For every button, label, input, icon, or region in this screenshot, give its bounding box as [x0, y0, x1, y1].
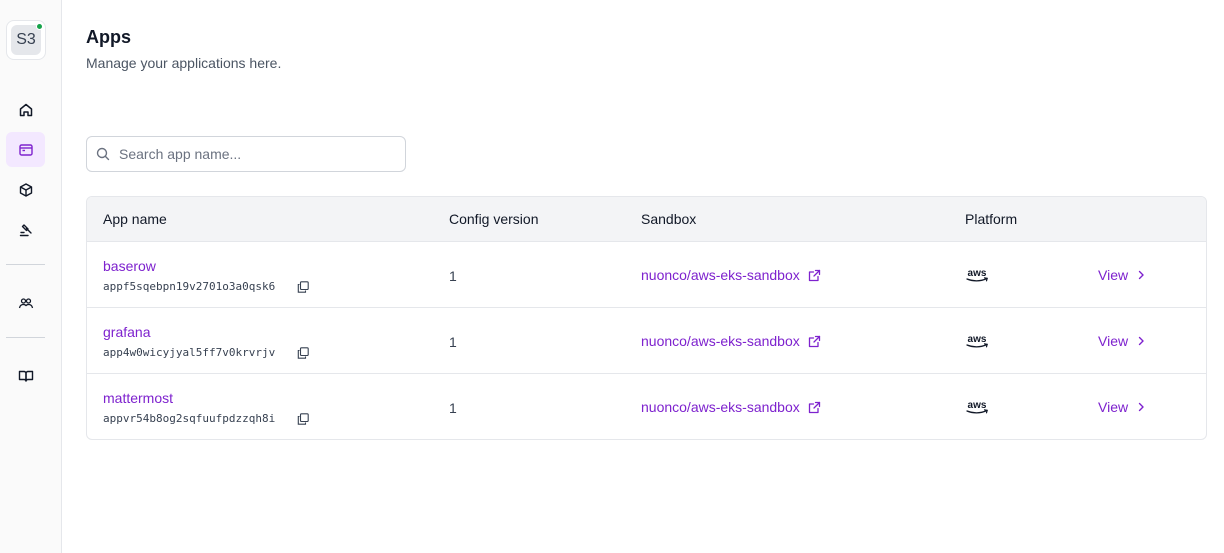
config-version: 1 [449, 334, 457, 350]
external-link-icon [808, 401, 820, 413]
copy-icon[interactable] [297, 347, 309, 359]
team-icon [18, 297, 33, 308]
config-version: 1 [449, 268, 457, 284]
sidebar-item-apps[interactable] [6, 132, 45, 167]
sidebar-item-home[interactable] [6, 92, 45, 127]
sidebar-item-team[interactable] [6, 285, 45, 320]
sandbox-link[interactable]: nuonco/aws-eks-sandbox [641, 267, 821, 283]
home-icon [19, 103, 32, 116]
sandbox-link-label: nuonco/aws-eks-sandbox [641, 333, 800, 349]
org-status-dot [36, 23, 43, 30]
app-name-link[interactable]: baserow [103, 258, 156, 274]
svg-text:aws: aws [968, 400, 987, 411]
app-id: app4w0wicyjyal5ff7v0krvrjv [103, 346, 276, 359]
apps-icon [18, 143, 33, 156]
view-app-link[interactable]: View [1098, 267, 1146, 283]
column-header-platform: Platform [965, 211, 1018, 227]
table-row: grafana app4w0wicyjyal5ff7v0krvrjv 1 nuo… [87, 308, 1206, 374]
app-name-link[interactable]: grafana [103, 324, 150, 340]
box-icon [19, 182, 32, 197]
chevron-right-icon [1138, 402, 1144, 412]
app-id: appvr54b8og2sqfuufpdzzqh8i [103, 412, 276, 425]
search-box[interactable] [86, 136, 406, 172]
apps-table: App name Config version Sandbox Platform… [86, 196, 1207, 440]
copy-icon[interactable] [297, 413, 309, 425]
page-title: Apps [86, 27, 131, 47]
aws-logo-icon: aws [966, 400, 988, 414]
chevron-right-icon [1138, 336, 1144, 346]
hammer-icon [19, 223, 32, 236]
sandbox-link-label: nuonco/aws-eks-sandbox [641, 399, 800, 415]
view-app-link[interactable]: View [1098, 333, 1146, 349]
external-link-icon [808, 335, 820, 347]
column-header-config-version: Config version [449, 211, 539, 227]
table-header: App name Config version Sandbox Platform [87, 197, 1206, 242]
app-id: appf5sqebpn19v2701o3a0qsk6 [103, 280, 276, 293]
copy-icon[interactable] [297, 281, 309, 293]
page-subtitle: Manage your applications here. [86, 55, 282, 71]
sandbox-link[interactable]: nuonco/aws-eks-sandbox [641, 333, 821, 349]
column-header-app-name: App name [103, 211, 167, 227]
chevron-right-icon [1138, 270, 1144, 280]
aws-logo-icon: aws [966, 334, 988, 348]
aws-logo-icon: aws [966, 268, 988, 282]
column-header-sandbox: Sandbox [641, 211, 697, 227]
book-icon [18, 370, 33, 382]
config-version: 1 [449, 400, 457, 416]
table-row: mattermost appvr54b8og2sqfuufpdzzqh8i 1 … [87, 374, 1206, 439]
sidebar-item-components[interactable] [6, 172, 45, 207]
external-link-icon [808, 269, 820, 281]
org-switcher[interactable]: S3 [6, 20, 46, 60]
nav-divider [6, 264, 45, 265]
sidebar: S3 [0, 0, 62, 553]
sandbox-link-label: nuonco/aws-eks-sandbox [641, 267, 800, 283]
sandbox-link[interactable]: nuonco/aws-eks-sandbox [641, 399, 821, 415]
search-icon [96, 147, 110, 161]
table-row: baserow appf5sqebpn19v2701o3a0qsk6 1 nuo… [87, 242, 1206, 308]
sidebar-item-docs[interactable] [6, 358, 45, 393]
search-input[interactable] [119, 137, 399, 171]
view-app-label: View [1098, 333, 1129, 349]
sidebar-item-builds[interactable] [6, 212, 45, 247]
org-avatar: S3 [11, 25, 41, 55]
nav-divider [6, 337, 45, 338]
view-app-label: View [1098, 267, 1129, 283]
view-app-link[interactable]: View [1098, 399, 1146, 415]
svg-text:aws: aws [968, 334, 987, 345]
app-name-link[interactable]: mattermost [103, 390, 173, 406]
view-app-label: View [1098, 399, 1129, 415]
svg-text:aws: aws [968, 268, 987, 279]
